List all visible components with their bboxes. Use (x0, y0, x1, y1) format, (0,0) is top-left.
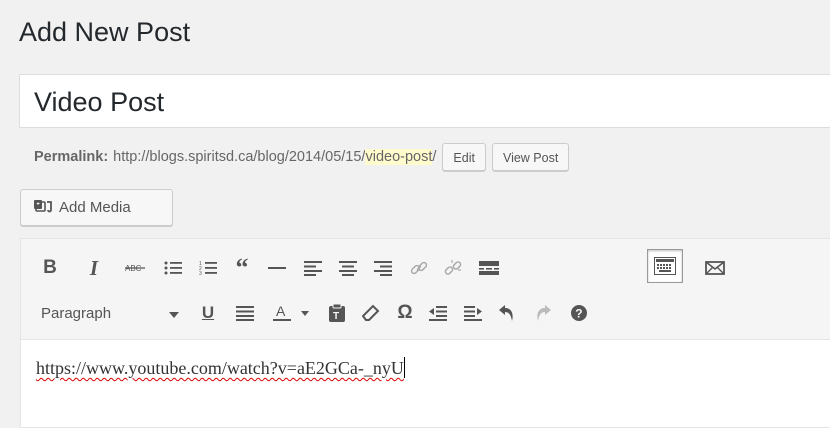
special-character-icon[interactable]: Ω (393, 299, 417, 327)
redo-icon[interactable] (531, 299, 555, 327)
text-color-icon[interactable]: A (271, 299, 315, 327)
post-editor: B I ABC 123 “ Paragraph U A T Ω ? https:… (20, 238, 830, 428)
add-media-button[interactable]: Add Media (20, 189, 173, 226)
toolbar-toggle-icon[interactable] (647, 249, 683, 283)
text-caret (403, 357, 405, 378)
bullet-list-icon[interactable] (161, 254, 185, 282)
svg-text:T: T (333, 311, 339, 322)
permalink-base-url[interactable]: http://blogs.spiritsd.ca/blog/2014/05/15… (113, 149, 365, 165)
link-icon[interactable] (407, 254, 431, 282)
media-icon (33, 198, 53, 218)
post-title-field[interactable]: Video Post (19, 74, 830, 128)
numbered-list-icon[interactable]: 123 (196, 254, 220, 282)
editor-content-text: https://www.youtube.com/watch?v=aE2GCa-_… (36, 358, 404, 378)
svg-text:3: 3 (199, 271, 202, 276)
svg-text:A: A (276, 304, 286, 319)
strikethrough-icon[interactable]: ABC (123, 254, 149, 282)
view-post-button[interactable]: View Post (491, 143, 570, 171)
chevron-down-icon (169, 305, 179, 322)
permalink-trailing: / (432, 149, 437, 165)
blockquote-icon[interactable]: “ (229, 254, 255, 282)
post-title-input[interactable]: Video Post (34, 85, 164, 119)
add-media-label: Add Media (59, 199, 131, 216)
paragraph-format-select[interactable]: Paragraph (33, 298, 183, 328)
paste-text-icon[interactable]: T (325, 299, 349, 327)
align-left-icon[interactable] (301, 254, 325, 282)
align-right-icon[interactable] (371, 254, 395, 282)
bold-icon[interactable]: B (39, 254, 61, 282)
align-center-icon[interactable] (336, 254, 360, 282)
permalink-slug[interactable]: video-post (365, 149, 433, 165)
permalink-row: Permalink: http://blogs.spiritsd.ca/blog… (34, 140, 570, 174)
read-more-icon[interactable] (477, 254, 501, 282)
editor-toolbar: B I ABC 123 “ Paragraph U A T Ω ? (21, 239, 830, 340)
format-select-value: Paragraph (41, 304, 112, 322)
horizontal-rule-icon[interactable] (265, 254, 289, 282)
unlink-icon[interactable] (441, 254, 465, 282)
edit-permalink-button[interactable]: Edit (442, 143, 486, 171)
underline-icon[interactable]: U (197, 299, 219, 327)
outdent-icon[interactable] (426, 299, 450, 327)
undo-icon[interactable] (495, 299, 519, 327)
clear-formatting-icon[interactable] (359, 299, 383, 327)
editor-content[interactable]: https://www.youtube.com/watch?v=aE2GCa-_… (36, 357, 405, 379)
indent-icon[interactable] (461, 299, 485, 327)
permalink-label: Permalink: (34, 149, 109, 165)
italic-icon[interactable]: I (83, 254, 105, 282)
svg-text:?: ? (575, 307, 582, 321)
email-icon[interactable] (703, 254, 727, 282)
help-icon[interactable]: ? (567, 299, 591, 327)
page-title: Add New Post (19, 17, 191, 47)
justify-icon[interactable] (233, 299, 257, 327)
